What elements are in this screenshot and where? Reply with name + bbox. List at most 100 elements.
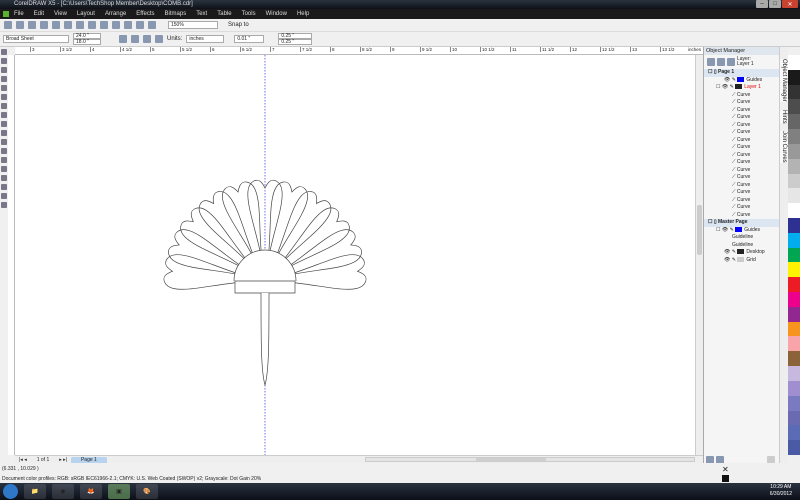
- paste-icon[interactable]: [76, 21, 84, 29]
- palette-swatch[interactable]: [788, 188, 800, 204]
- eyedropper-tool-icon[interactable]: [1, 175, 7, 181]
- menu-table[interactable]: Table: [217, 9, 231, 19]
- tree-layer-1[interactable]: ☐ 👁 ✎ Layer 1: [704, 84, 779, 92]
- tab-join-curves[interactable]: Join Curves: [780, 131, 788, 164]
- tree-guideline[interactable]: Guideline: [704, 242, 779, 250]
- color-profiles[interactable]: Document color profiles: RGB: sRGB IEC61…: [2, 476, 261, 482]
- tab-page-1[interactable]: Page 1: [70, 456, 107, 463]
- explorer-icon[interactable]: 📁: [24, 484, 46, 499]
- palette-swatch[interactable]: [788, 440, 800, 455]
- palette-swatch[interactable]: [788, 380, 800, 396]
- landscape-icon[interactable]: [131, 35, 139, 43]
- horizontal-ruler[interactable]: inches 3 3 1/2 4 4 1/2 5 5 1/2 6 6 1/2 7 7 1/2 8 8 1…: [15, 47, 703, 55]
- menu-tools[interactable]: Tools: [242, 9, 256, 19]
- open-icon[interactable]: [16, 21, 24, 29]
- palette-swatch[interactable]: [788, 321, 800, 337]
- tree-curve[interactable]: ⟋ Curve: [704, 152, 779, 160]
- zoom-level-select[interactable]: 150%: [168, 21, 218, 29]
- handle-curve[interactable]: [260, 292, 270, 387]
- palette-swatch[interactable]: [788, 55, 800, 70]
- menu-file[interactable]: File: [14, 9, 24, 19]
- portrait-icon[interactable]: [119, 35, 127, 43]
- zoom-tool-icon[interactable]: [1, 76, 7, 82]
- menu-layout[interactable]: Layout: [77, 9, 95, 19]
- tab-hints[interactable]: Hints: [780, 109, 788, 124]
- outline-tool-icon[interactable]: [1, 184, 7, 190]
- tree-curve[interactable]: ⟋ Curve: [704, 182, 779, 190]
- coreldraw-icon[interactable]: ▣: [108, 484, 130, 499]
- tree-curve[interactable]: ⟋ Curve: [704, 129, 779, 137]
- freehand-tool-icon[interactable]: [1, 85, 7, 91]
- nudge-distance-input[interactable]: 0.01 ": [234, 35, 265, 43]
- chrome-icon[interactable]: ◉: [52, 484, 74, 499]
- print-icon[interactable]: [40, 21, 48, 29]
- tree-curve[interactable]: ⟋ Curve: [704, 114, 779, 122]
- palette-swatch[interactable]: [788, 84, 800, 100]
- rectangle-tool-icon[interactable]: [1, 103, 7, 109]
- page-height-input[interactable]: 18.0 ": [73, 39, 101, 45]
- layer-manager-icon[interactable]: [727, 58, 735, 66]
- tree-guideline[interactable]: Guideline: [704, 234, 779, 242]
- tree-curve[interactable]: ⟋ Curve: [704, 92, 779, 100]
- menu-arrange[interactable]: Arrange: [105, 9, 126, 19]
- import-icon[interactable]: [112, 21, 120, 29]
- interactive-fill-tool-icon[interactable]: [1, 202, 7, 208]
- page-size-select[interactable]: Broad Sheet: [3, 35, 69, 43]
- palette-swatch[interactable]: [788, 69, 800, 85]
- cut-icon[interactable]: [52, 21, 60, 29]
- tree-curve[interactable]: ⟋ Curve: [704, 189, 779, 197]
- tree-curve[interactable]: ⟋ Curve: [704, 197, 779, 205]
- app-launcher-icon[interactable]: [136, 21, 144, 29]
- maximize-button[interactable]: □: [769, 0, 781, 8]
- base-curve[interactable]: [234, 280, 296, 294]
- menu-edit[interactable]: Edit: [34, 9, 44, 19]
- polygon-tool-icon[interactable]: [1, 121, 7, 127]
- palette-swatch[interactable]: [788, 203, 800, 218]
- palette-swatch[interactable]: [788, 158, 800, 174]
- tree-curve[interactable]: ⟋ Curve: [704, 167, 779, 175]
- smart-fill-tool-icon[interactable]: [1, 94, 7, 100]
- palette-swatch[interactable]: [788, 410, 800, 426]
- redo-icon[interactable]: [100, 21, 108, 29]
- horizontal-scrollbar[interactable]: [365, 457, 695, 462]
- fill-tool-icon[interactable]: [1, 193, 7, 199]
- tree-curve[interactable]: ⟋ Curve: [704, 137, 779, 145]
- menu-text[interactable]: Text: [196, 9, 207, 19]
- edit-across-layers-icon[interactable]: [717, 58, 725, 66]
- all-pages-icon[interactable]: [143, 35, 151, 43]
- no-fill-icon[interactable]: ✕: [722, 466, 729, 474]
- palette-swatch[interactable]: [788, 247, 800, 263]
- palette-swatch[interactable]: [788, 425, 800, 441]
- close-button[interactable]: ✕: [782, 0, 798, 8]
- palette-swatch[interactable]: [788, 336, 800, 352]
- text-tool-icon[interactable]: [1, 130, 7, 136]
- copy-icon[interactable]: [64, 21, 72, 29]
- crop-tool-icon[interactable]: [1, 67, 7, 73]
- welcome-icon[interactable]: [148, 21, 156, 29]
- parallel-dimension-tool-icon[interactable]: [1, 148, 7, 154]
- units-select[interactable]: inches: [186, 35, 225, 43]
- palette-swatch[interactable]: [788, 351, 800, 367]
- start-button[interactable]: [3, 484, 18, 499]
- palette-swatch[interactable]: [788, 395, 800, 411]
- tree-curve[interactable]: ⟋ Curve: [704, 122, 779, 130]
- firefox-icon[interactable]: 🦊: [80, 484, 102, 499]
- menu-view[interactable]: View: [54, 9, 67, 19]
- palette-swatch[interactable]: [788, 292, 800, 307]
- shape-tool-icon[interactable]: [1, 58, 7, 64]
- blend-tool-icon[interactable]: [1, 166, 7, 172]
- tree-desktop-layer[interactable]: 👁 ✎ Desktop: [704, 249, 779, 257]
- tab-object-manager[interactable]: Object Manager: [780, 59, 788, 102]
- undo-icon[interactable]: [88, 21, 96, 29]
- palette-swatch[interactable]: [788, 143, 800, 159]
- dome-curve[interactable]: [233, 249, 297, 282]
- tree-curve[interactable]: ⟋ Curve: [704, 174, 779, 182]
- save-icon[interactable]: [28, 21, 36, 29]
- tree-page-1[interactable]: ☐ ▯ Page 1: [704, 69, 779, 77]
- palette-swatch[interactable]: [788, 217, 800, 233]
- outline-color-swatch[interactable]: [722, 475, 729, 482]
- snap-to-dropdown[interactable]: Snap to: [228, 22, 249, 28]
- connector-tool-icon[interactable]: [1, 157, 7, 163]
- export-icon[interactable]: [124, 21, 132, 29]
- menu-bitmaps[interactable]: Bitmaps: [165, 9, 187, 19]
